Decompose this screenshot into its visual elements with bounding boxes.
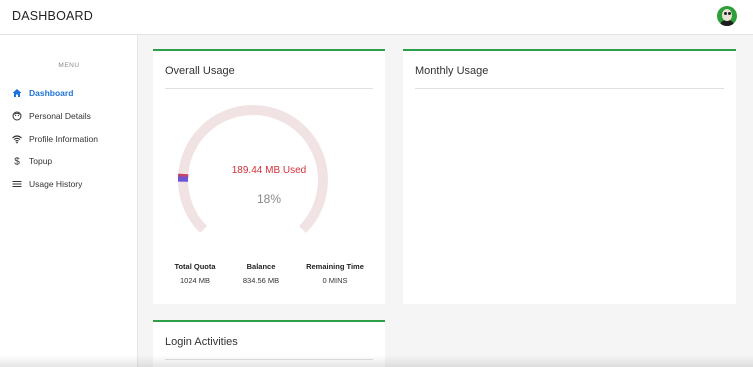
stat-balance: Balance 834.56 MB (221, 262, 301, 285)
used-amount-text: 189.44 MB Used (231, 165, 307, 176)
sidebar-item-personal-details[interactable]: Personal Details (12, 109, 91, 123)
stat-remaining-time: Remaining Time 0 MINS (295, 262, 375, 285)
face-icon (12, 111, 22, 121)
sidebar-item-profile-information[interactable]: Profile Information (12, 132, 98, 146)
menu-lines-icon (12, 181, 22, 187)
divider (415, 88, 724, 89)
usage-percent: 18% (256, 192, 282, 206)
divider (165, 359, 373, 360)
overall-usage-card: Overall Usage 189.44 MB Used 18% Total Q… (153, 49, 385, 304)
home-icon (12, 89, 22, 97)
dollar-icon: $ (14, 157, 20, 166)
sidebar-item-label: Profile Information (29, 134, 98, 144)
gauge-fill (178, 173, 189, 182)
sidebar-item-label: Dashboard (29, 88, 74, 98)
card-title: Overall Usage (165, 65, 235, 77)
stat-value: 834.56 MB (242, 276, 280, 285)
login-activities-card: Login Activities (153, 320, 385, 367)
card-title: Login Activities (165, 336, 238, 348)
sidebar-item-label: Topup (29, 156, 53, 166)
svg-text:$: $ (14, 157, 20, 166)
stat-value: 0 MINS (322, 276, 348, 285)
avatar-eye (724, 12, 727, 15)
sidebar-item-usage-history[interactable]: Usage History (12, 177, 82, 191)
app-title: DASHBOARD (12, 9, 93, 23)
sidebar-item-dashboard[interactable]: Dashboard (12, 86, 73, 100)
stat-label: Balance (246, 262, 276, 271)
divider (165, 88, 373, 89)
top-bar: DASHBOARD (0, 0, 753, 35)
sidebar-item-label: Usage History (29, 179, 83, 189)
wifi-icon (12, 135, 22, 144)
sidebar: MENU Dashboard Personal Details Profile … (0, 35, 138, 367)
user-avatar-icon[interactable] (717, 6, 737, 26)
monthly-usage-card: Monthly Usage (403, 49, 736, 304)
card-title: Monthly Usage (415, 65, 489, 77)
avatar-face (722, 9, 732, 21)
stat-label: Remaining Time (306, 262, 364, 271)
sidebar-item-topup[interactable]: $ Topup (12, 154, 52, 168)
sidebar-item-label: Personal Details (29, 111, 91, 121)
menu-title: MENU (58, 62, 80, 69)
avatar-eye (728, 12, 731, 15)
